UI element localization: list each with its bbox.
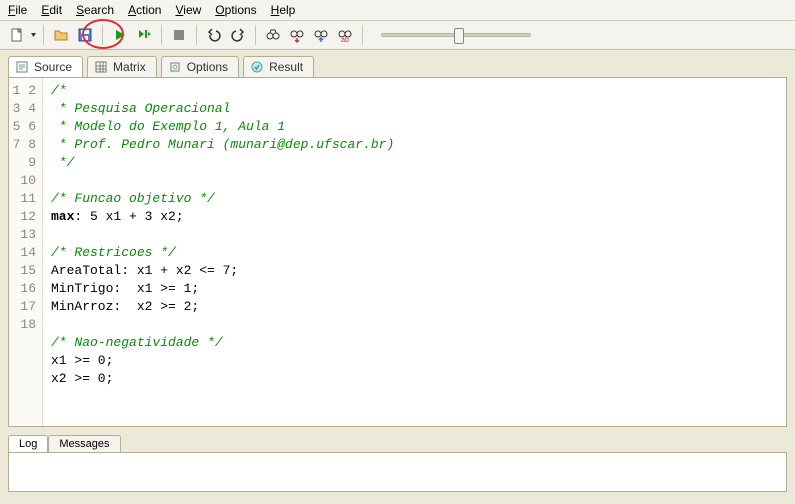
separator bbox=[255, 25, 256, 45]
slider-thumb[interactable] bbox=[454, 28, 464, 44]
save-file-button[interactable] bbox=[74, 24, 96, 46]
tab-label: Log bbox=[19, 438, 37, 450]
menu-file[interactable]: File bbox=[8, 3, 27, 17]
find-replace-icon: ab bbox=[337, 27, 353, 43]
menu-options[interactable]: Options bbox=[215, 3, 256, 17]
open-file-button[interactable] bbox=[50, 24, 72, 46]
separator bbox=[362, 25, 363, 45]
zoom-slider[interactable] bbox=[381, 33, 531, 37]
code-editor[interactable]: 1 2 3 4 5 6 7 8 9 10 11 12 13 14 15 16 1… bbox=[8, 77, 787, 427]
editor-tabs: Source Matrix Options Result bbox=[0, 50, 795, 77]
menu-help[interactable]: Help bbox=[271, 3, 296, 17]
find-prev-button[interactable] bbox=[310, 24, 332, 46]
stop-icon bbox=[172, 28, 186, 42]
code-area[interactable]: /* * Pesquisa Operacional * Modelo do Ex… bbox=[43, 78, 786, 426]
tab-matrix[interactable]: Matrix bbox=[87, 56, 157, 77]
menu-edit[interactable]: Edit bbox=[41, 3, 62, 17]
step-button[interactable] bbox=[133, 24, 155, 46]
step-run-icon bbox=[136, 27, 152, 43]
menu-search[interactable]: Search bbox=[76, 3, 114, 17]
tab-options[interactable]: Options bbox=[161, 56, 239, 77]
undo-button[interactable] bbox=[203, 24, 225, 46]
source-tab-icon bbox=[15, 60, 29, 74]
log-panel[interactable] bbox=[8, 452, 787, 492]
line-number-gutter: 1 2 3 4 5 6 7 8 9 10 11 12 13 14 15 16 1… bbox=[9, 78, 43, 426]
tab-messages[interactable]: Messages bbox=[48, 435, 120, 452]
tab-label: Source bbox=[34, 60, 72, 74]
separator bbox=[43, 25, 44, 45]
options-tab-icon bbox=[168, 60, 182, 74]
dropdown-arrow-icon[interactable] bbox=[30, 27, 37, 43]
find-next-button[interactable] bbox=[286, 24, 308, 46]
tab-result[interactable]: Result bbox=[243, 56, 314, 77]
stop-button[interactable] bbox=[168, 24, 190, 46]
save-disk-icon bbox=[77, 27, 93, 43]
result-tab-icon bbox=[250, 60, 264, 74]
tab-label: Result bbox=[269, 60, 303, 74]
tab-label: Messages bbox=[59, 438, 109, 450]
separator bbox=[196, 25, 197, 45]
tab-label: Matrix bbox=[113, 60, 146, 74]
bottom-tabs: Log Messages bbox=[8, 435, 787, 452]
new-file-icon bbox=[9, 27, 25, 43]
open-folder-icon bbox=[53, 27, 69, 43]
binoculars-icon bbox=[265, 27, 281, 43]
tab-source[interactable]: Source bbox=[8, 56, 83, 77]
new-file-button[interactable] bbox=[6, 24, 28, 46]
svg-text:ab: ab bbox=[341, 37, 349, 43]
play-icon bbox=[113, 28, 127, 42]
find-button[interactable] bbox=[262, 24, 284, 46]
redo-icon bbox=[230, 27, 246, 43]
menu-action[interactable]: Action bbox=[128, 3, 161, 17]
find-up-icon bbox=[313, 27, 329, 43]
menu-view[interactable]: View bbox=[175, 3, 201, 17]
find-down-icon bbox=[289, 27, 305, 43]
run-button[interactable] bbox=[109, 24, 131, 46]
replace-button[interactable]: ab bbox=[334, 24, 356, 46]
matrix-tab-icon bbox=[94, 60, 108, 74]
separator bbox=[102, 25, 103, 45]
tab-label: Options bbox=[187, 60, 228, 74]
separator bbox=[161, 25, 162, 45]
toolbar: ab bbox=[0, 21, 795, 50]
tab-log[interactable]: Log bbox=[8, 435, 48, 452]
menubar: File Edit Search Action View Options Hel… bbox=[0, 0, 795, 21]
undo-icon bbox=[206, 27, 222, 43]
redo-button[interactable] bbox=[227, 24, 249, 46]
